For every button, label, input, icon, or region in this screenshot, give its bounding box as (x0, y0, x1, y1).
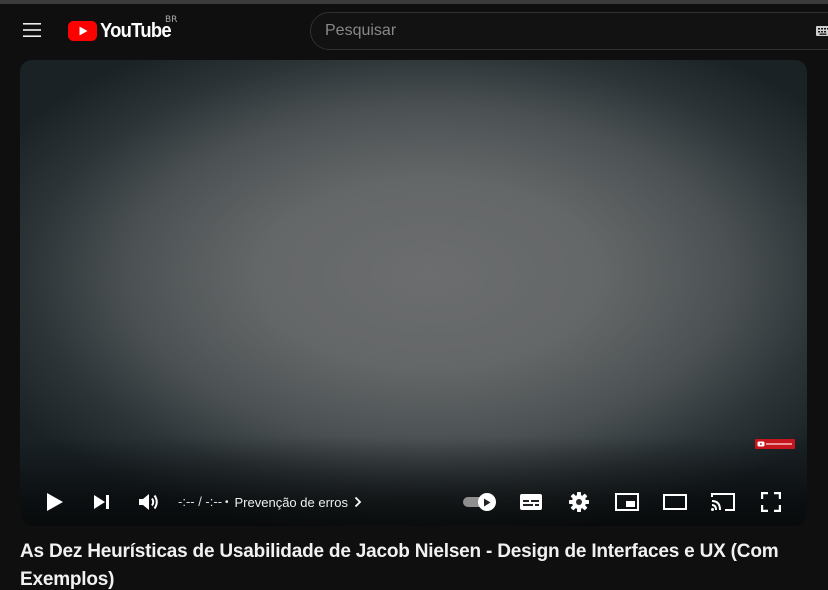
player-controls: -:-- / -:-- • Prevenção de erros (20, 478, 807, 526)
miniplayer-icon (615, 493, 639, 511)
gear-icon (569, 492, 589, 512)
time-display: -:-- / -:-- (178, 494, 223, 509)
play-button[interactable] (37, 484, 73, 520)
chapter-button[interactable]: • Prevenção de erros (225, 492, 362, 512)
chapter-title: Prevenção de erros (234, 494, 348, 510)
theater-mode-button[interactable] (657, 484, 693, 520)
hamburger-menu-icon (23, 23, 41, 37)
autoplay-toggle[interactable] (462, 491, 498, 513)
logo-wordmark: YouTube (100, 19, 172, 42)
subscribe-logo-icon (757, 441, 792, 447)
chapter-separator: • (225, 496, 229, 508)
chevron-right-icon (354, 496, 362, 508)
channel-watermark[interactable] (755, 439, 795, 449)
autoplay-knob (478, 493, 496, 511)
fullscreen-icon (761, 492, 781, 512)
autoplay-play-icon (484, 498, 491, 506)
settings-button[interactable] (561, 484, 597, 520)
skip-next-icon (94, 495, 109, 509)
guide-menu-button[interactable] (14, 12, 50, 48)
theater-mode-icon (663, 494, 687, 510)
next-button[interactable] (84, 484, 120, 520)
fullscreen-button[interactable] (753, 484, 789, 520)
volume-icon (139, 494, 158, 510)
search-input[interactable] (325, 13, 795, 49)
mute-button[interactable] (131, 484, 167, 520)
search-box[interactable] (310, 12, 828, 50)
subtitles-icon (520, 494, 542, 510)
video-player[interactable]: -:-- / -:-- • Prevenção de erros (20, 60, 807, 526)
cast-icon (711, 493, 735, 511)
country-code: BR (165, 15, 178, 25)
masthead: YouTube BR (0, 4, 828, 60)
youtube-play-logo-icon (68, 21, 97, 41)
youtube-watch-page: YouTube BR Pesquisar -:-- / -:-- • Preve… (0, 0, 828, 590)
subtitles-button[interactable] (513, 484, 549, 520)
cast-button[interactable] (705, 484, 741, 520)
youtube-logo[interactable]: YouTube BR (68, 15, 177, 43)
keyboard-icon[interactable] (816, 26, 828, 36)
miniplayer-button[interactable] (609, 484, 645, 520)
play-icon (47, 493, 63, 511)
video-title: As Dez Heurísticas de Usabilidade de Jac… (20, 541, 779, 590)
